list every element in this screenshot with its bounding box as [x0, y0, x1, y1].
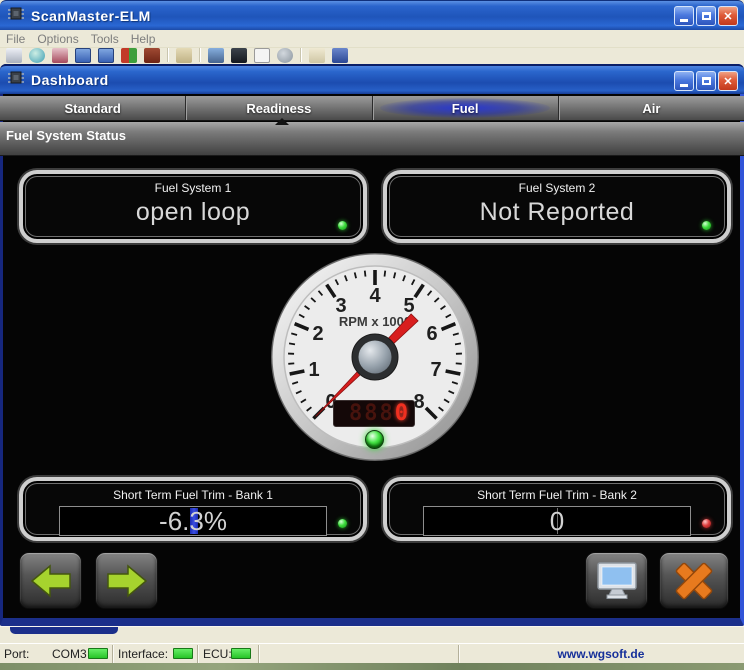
port-label: Port:	[4, 647, 29, 661]
fuel-system-2-title: Fuel System 2	[387, 181, 727, 195]
svg-text:1: 1	[308, 359, 319, 381]
menu-tools[interactable]: Tools	[91, 32, 119, 46]
toolbar-icon-9[interactable]	[208, 48, 224, 63]
toolbar-icon-2[interactable]	[29, 48, 45, 63]
menu-help[interactable]: Help	[131, 32, 156, 46]
previous-page-button[interactable]	[19, 552, 82, 609]
fuel-system-2-panel: Fuel System 2 Not Reported	[383, 170, 731, 243]
minimize-button[interactable]	[674, 6, 694, 26]
dashboard-tabbar: Standard Readiness Fuel Air	[0, 96, 744, 121]
toolbar-icon-6[interactable]	[121, 48, 137, 63]
stft-bank2-value: 0	[550, 507, 564, 535]
menu-file[interactable]: File	[6, 32, 25, 46]
interface-led	[173, 648, 193, 659]
ecu-led	[231, 648, 251, 659]
main-window-title: ScanMaster-ELM	[31, 8, 151, 24]
statusbar-divider	[112, 645, 114, 663]
dashboard-close-button[interactable]: ✕	[718, 71, 738, 91]
fuel-system-1-value: open loop	[23, 198, 363, 227]
toolbar-separator	[167, 48, 169, 62]
rpm-lcd-display: 8880	[333, 400, 415, 427]
tab-readiness[interactable]: Readiness	[185, 96, 371, 120]
stft-bank1-value-box: -6.3%	[59, 506, 327, 536]
toolbar-icon-3[interactable]	[52, 48, 68, 63]
scroll-thumb[interactable]	[10, 627, 118, 634]
stft-bank1-panel: Short Term Fuel Trim - Bank 1 -6.3%	[19, 477, 367, 541]
menu-options[interactable]: Options	[37, 32, 78, 46]
status-led-green	[338, 519, 347, 528]
port-value: COM3	[52, 647, 87, 661]
dashboard-titlebar: Dashboard ✕	[0, 64, 744, 94]
toolbar-icon-5[interactable]	[98, 48, 114, 63]
toolbar-separator	[199, 48, 201, 62]
svg-text:5: 5	[403, 295, 414, 317]
interface-label: Interface:	[118, 647, 168, 661]
arrow-left-icon	[29, 562, 73, 600]
svg-text:6: 6	[426, 323, 437, 345]
close-button[interactable]: ✕	[718, 6, 738, 26]
svg-text:8: 8	[413, 391, 424, 413]
toolbar-icon-4[interactable]	[75, 48, 91, 63]
monitor-view-button[interactable]	[585, 552, 648, 609]
status-led-green	[702, 221, 711, 230]
statusbar: Port: COM3 Interface: ECU: www.wgsoft.de	[0, 643, 744, 664]
stft-bank2-title: Short Term Fuel Trim - Bank 2	[387, 488, 727, 502]
statusbar-divider	[197, 645, 199, 663]
close-x-icon	[670, 559, 718, 603]
status-led-red	[702, 519, 711, 528]
next-page-button[interactable]	[95, 552, 158, 609]
desktop-background	[0, 663, 744, 670]
dashboard-chip-icon	[7, 70, 25, 90]
tab-air[interactable]: Air	[558, 96, 744, 120]
exit-button[interactable]	[659, 552, 729, 609]
stft-bank2-value-box: 0	[423, 506, 691, 536]
svg-text:4: 4	[369, 285, 381, 307]
toolbar-icon-7[interactable]	[144, 48, 160, 63]
tab-fuel[interactable]: Fuel	[372, 96, 558, 120]
lcd-ghost-digits: 888	[349, 401, 395, 426]
toolbar-icon-1[interactable]	[6, 48, 22, 63]
section-header: Fuel System Status	[0, 122, 744, 156]
svg-text:7: 7	[430, 359, 441, 381]
status-led-green	[338, 221, 347, 230]
website-link: www.wgsoft.de	[458, 647, 744, 661]
dashboard-maximize-button[interactable]	[696, 71, 716, 91]
gauge-status-led	[365, 430, 384, 449]
stft-bank2-panel: Short Term Fuel Trim - Bank 2 0	[383, 477, 731, 541]
main-window-titlebar: ScanMaster-ELM ✕	[0, 0, 744, 30]
port-led	[88, 648, 108, 659]
tab-pointer-icon	[275, 118, 289, 125]
dashboard-title: Dashboard	[31, 72, 109, 88]
fuel-system-1-panel: Fuel System 1 open loop	[19, 170, 367, 243]
maximize-button[interactable]	[696, 6, 716, 26]
toolbar-icon-11[interactable]	[254, 48, 270, 63]
dashboard-minimize-button[interactable]	[674, 71, 694, 91]
app-chip-icon	[7, 6, 25, 26]
svg-text:2: 2	[312, 323, 323, 345]
stft-bank1-title: Short Term Fuel Trim - Bank 1	[23, 488, 363, 502]
arrow-right-icon	[105, 562, 149, 600]
lcd-value: 0	[395, 401, 410, 426]
tab-standard[interactable]: Standard	[0, 96, 185, 120]
svg-text:3: 3	[335, 295, 346, 317]
monitor-icon	[595, 561, 639, 601]
toolbar-icon-13[interactable]	[309, 48, 325, 63]
statusbar-divider	[258, 645, 260, 663]
fuel-system-2-value: Not Reported	[387, 198, 727, 227]
toolbar-icon-8[interactable]	[176, 48, 192, 63]
screen: ScanMaster-ELM ✕ File Options Tools Help	[0, 0, 744, 670]
fuel-system-1-title: Fuel System 1	[23, 181, 363, 195]
toolbar-separator	[300, 48, 302, 62]
toolbar-icon-10[interactable]	[231, 48, 247, 63]
toolbar-icon-14[interactable]	[332, 48, 348, 63]
rpm-gauge: RPM x 1000 0 1 2 3 4 5 6 7 8 8880	[268, 250, 482, 464]
menubar: File Options Tools Help	[0, 30, 744, 48]
window-bottom-strip	[0, 626, 744, 644]
dashboard-window: Dashboard ✕ Standard Readiness Fuel Air	[0, 64, 744, 626]
toolbar-icon-12[interactable]	[277, 48, 293, 63]
ecu-label: ECU:	[203, 647, 232, 661]
